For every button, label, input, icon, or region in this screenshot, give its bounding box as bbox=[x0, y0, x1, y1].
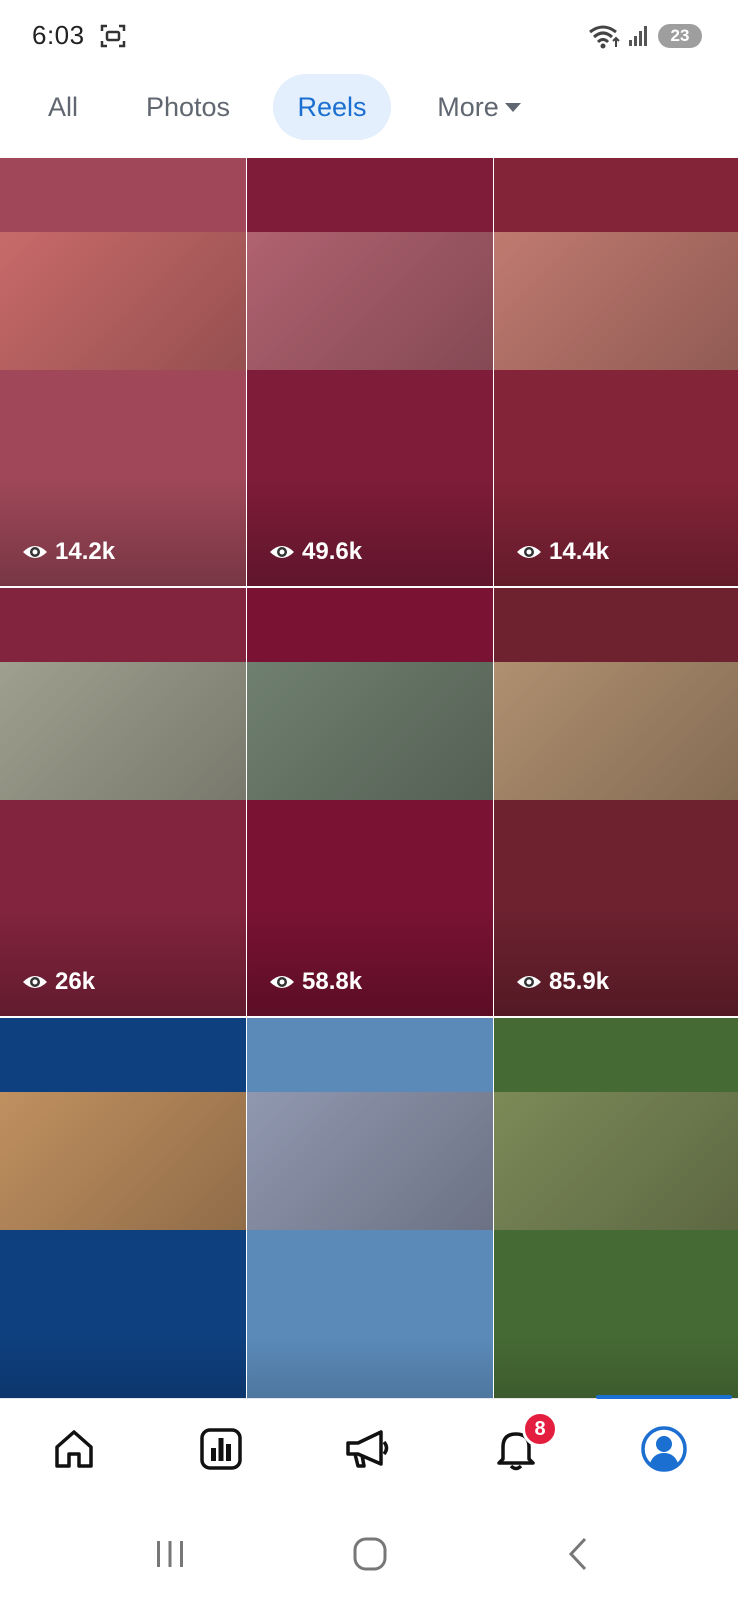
reel-thumbnail bbox=[0, 662, 246, 800]
notification-badge: 8 bbox=[522, 1411, 558, 1447]
status-bar: 6:03 23 bbox=[0, 0, 738, 70]
reel-view-count: 85.9k bbox=[516, 968, 609, 996]
reel-tile[interactable]: 14.4k bbox=[494, 158, 738, 586]
reel-tile[interactable]: 20.4k bbox=[0, 1018, 246, 1446]
reel-thumbnail bbox=[247, 662, 493, 800]
home-icon bbox=[55, 1430, 93, 1468]
eye-icon bbox=[517, 976, 541, 988]
view-count-text: 14.4k bbox=[549, 538, 610, 565]
eye-icon bbox=[23, 976, 47, 988]
megaphone-icon bbox=[346, 1430, 389, 1468]
tab-more-label: More bbox=[437, 92, 499, 122]
nav-profile[interactable] bbox=[634, 1419, 694, 1479]
reel-thumbnail bbox=[494, 1092, 738, 1230]
reel-view-count: 14.2k bbox=[22, 538, 115, 566]
eye-icon bbox=[517, 546, 541, 558]
recent-apps-icon bbox=[157, 1541, 183, 1567]
reel-gradient-overlay bbox=[494, 476, 738, 586]
back-button[interactable] bbox=[556, 1532, 600, 1576]
nav-ads[interactable] bbox=[338, 1419, 398, 1479]
view-count-text: 26k bbox=[55, 968, 96, 995]
reel-thumbnail bbox=[494, 662, 738, 800]
screenshot-icon bbox=[100, 24, 126, 48]
signal-icon bbox=[629, 26, 647, 46]
reel-gradient-overlay bbox=[247, 476, 493, 586]
back-chevron-icon bbox=[568, 1537, 587, 1571]
nav-home[interactable] bbox=[44, 1419, 104, 1479]
eye-icon bbox=[270, 546, 294, 558]
eye-icon bbox=[23, 546, 47, 558]
tab-reels[interactable]: Reels bbox=[273, 74, 391, 140]
wifi-icon bbox=[589, 25, 620, 49]
home-system-button[interactable] bbox=[348, 1532, 392, 1576]
view-count-text: 58.8k bbox=[302, 968, 363, 995]
reel-tile[interactable]: 58.8k bbox=[247, 588, 493, 1016]
bar-chart-icon bbox=[200, 1428, 242, 1470]
reel-thumbnail bbox=[247, 1092, 493, 1230]
eye-icon bbox=[270, 976, 294, 988]
view-count-text: 85.9k bbox=[549, 968, 610, 995]
active-tab-indicator bbox=[596, 1395, 732, 1399]
tab-all[interactable]: All bbox=[30, 74, 96, 140]
tab-photos[interactable]: Photos bbox=[128, 74, 248, 140]
caret-down-icon bbox=[504, 103, 521, 112]
reel-tile[interactable]: 85.9k bbox=[494, 588, 738, 1016]
profile-icon bbox=[641, 1426, 687, 1472]
reel-thumbnail bbox=[0, 1092, 246, 1230]
reel-view-count: 14.4k bbox=[516, 538, 609, 566]
reel-tile[interactable]: 43.5k bbox=[247, 1018, 493, 1446]
reels-grid: 14.2k 49.6k 14.4k 26k 58.8k 85.9k 20.4k43.5k75… bbox=[0, 158, 738, 1446]
status-time: 6:03 bbox=[32, 20, 85, 50]
recent-apps-button[interactable] bbox=[148, 1532, 192, 1576]
home-circle-icon bbox=[353, 1537, 387, 1571]
reel-thumbnail bbox=[0, 232, 246, 370]
reel-thumbnail bbox=[247, 232, 493, 370]
reel-gradient-overlay bbox=[494, 906, 738, 1016]
reel-view-count: 26k bbox=[22, 968, 95, 996]
battery-indicator: 23 bbox=[658, 24, 702, 48]
system-navigation-bar bbox=[0, 1508, 738, 1600]
reel-view-count: 58.8k bbox=[269, 968, 362, 996]
reel-gradient-overlay bbox=[0, 906, 246, 1016]
view-count-text: 49.6k bbox=[302, 538, 363, 565]
reel-gradient-overlay bbox=[247, 906, 493, 1016]
bottom-navigation: 8 bbox=[0, 1395, 738, 1508]
reel-tile[interactable]: 26k bbox=[0, 588, 246, 1016]
reel-tile[interactable]: 75.6k bbox=[494, 1018, 738, 1446]
reel-tile[interactable]: 49.6k bbox=[247, 158, 493, 586]
reel-view-count: 49.6k bbox=[269, 538, 362, 566]
nav-insights[interactable] bbox=[191, 1419, 251, 1479]
reel-tile[interactable]: 14.2k bbox=[0, 158, 246, 586]
view-count-text: 14.2k bbox=[55, 538, 116, 565]
reel-thumbnail bbox=[494, 232, 738, 370]
content-filter-tabs: All Photos Reels More bbox=[0, 72, 738, 144]
reel-gradient-overlay bbox=[0, 476, 246, 586]
tab-more[interactable]: More bbox=[420, 74, 538, 140]
